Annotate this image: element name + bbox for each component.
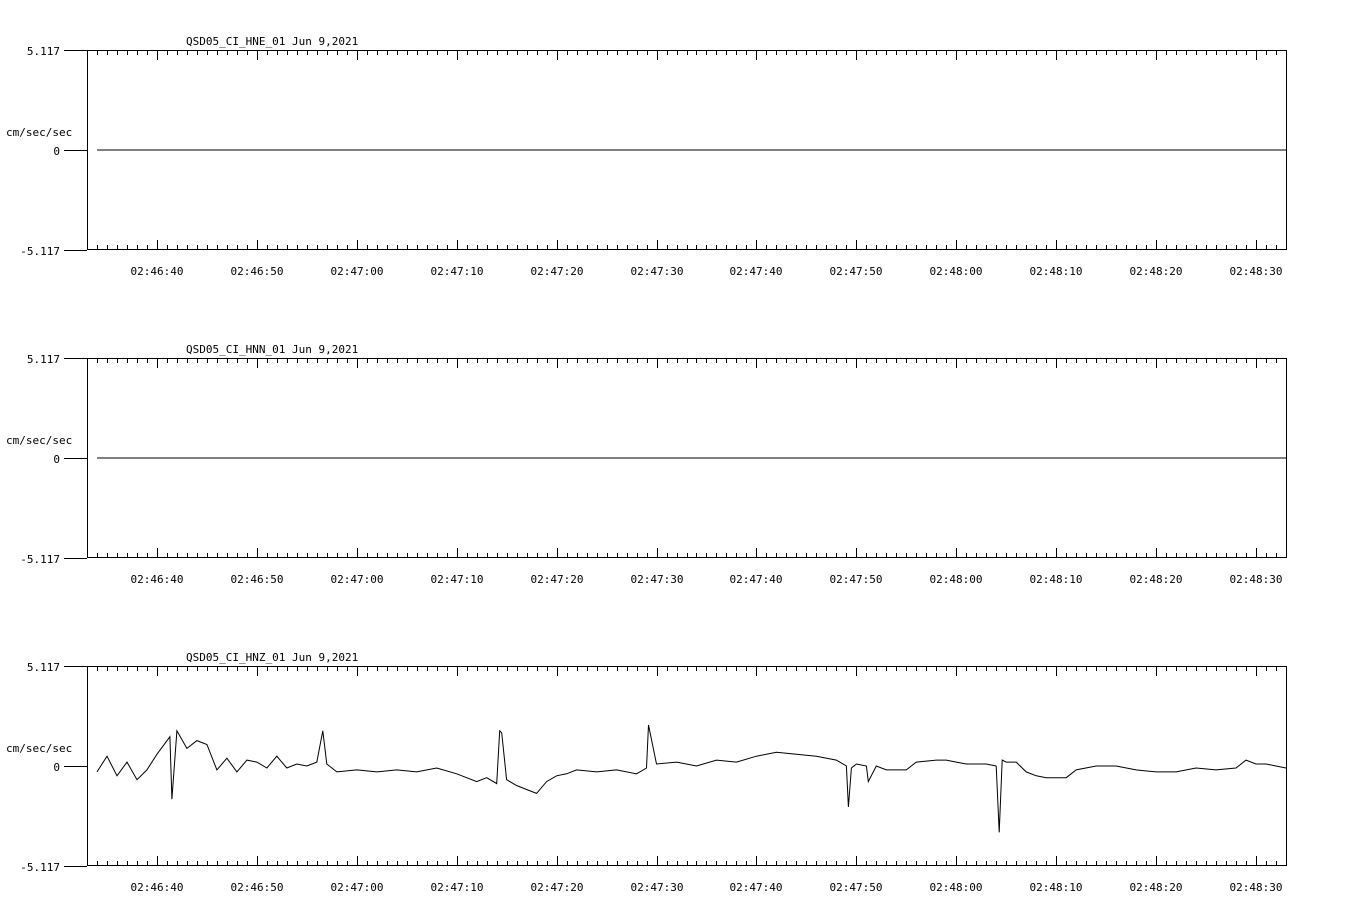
x-tick-label: 02:48:00 <box>930 573 983 586</box>
x-tick-label: 02:47:40 <box>730 573 783 586</box>
y-axis-ticks <box>64 50 87 251</box>
x-tick-label: 02:47:50 <box>830 573 883 586</box>
x-tick-label: 02:47:50 <box>830 881 883 894</box>
seismogram-figure: QSD05_CI_HNE_01 Jun 9,2021 cm/sec/sec 5.… <box>6 35 1287 894</box>
y-tick-label-min: -5.117 <box>20 861 60 874</box>
x-tick-label: 02:46:40 <box>131 265 184 278</box>
x-tick-label: 02:47:00 <box>331 265 384 278</box>
x-tick-label: 02:48:30 <box>1230 881 1283 894</box>
x-tick-labels: 02:46:40 02:46:50 02:47:00 02:47:10 02:47:20… <box>131 573 1283 586</box>
y-axis-label: cm/sec/sec <box>6 126 72 139</box>
x-tick-label: 02:47:30 <box>631 265 684 278</box>
x-tick-label: 02:48:10 <box>1030 265 1083 278</box>
x-tick-label: 02:47:10 <box>431 881 484 894</box>
y-axis-ticks <box>64 666 87 867</box>
x-tick-label: 02:47:30 <box>631 573 684 586</box>
y-tick-label-max: 5.117 <box>27 45 60 58</box>
x-tick-label: 02:47:40 <box>730 881 783 894</box>
x-tick-label: 02:46:50 <box>231 881 284 894</box>
y-axis-label: cm/sec/sec <box>6 742 72 755</box>
x-tick-label: 02:48:20 <box>1130 881 1183 894</box>
x-tick-label: 02:46:50 <box>231 265 284 278</box>
panel-title: QSD05_CI_HNN_01 Jun 9,2021 <box>186 343 358 356</box>
y-tick-label-zero: 0 <box>53 145 60 158</box>
x-tick-label: 02:48:30 <box>1230 573 1283 586</box>
panel-hnz: QSD05_CI_HNZ_01 Jun 9,2021 cm/sec/sec 5.… <box>6 651 1287 894</box>
x-tick-label: 02:47:20 <box>531 881 584 894</box>
x-tick-labels: 02:46:40 02:46:50 02:47:00 02:47:10 02:47:20… <box>131 265 1283 278</box>
x-tick-label: 02:47:00 <box>331 881 384 894</box>
x-tick-labels: 02:46:40 02:46:50 02:47:00 02:47:10 02:47:20… <box>131 881 1283 894</box>
panel-title: QSD05_CI_HNZ_01 Jun 9,2021 <box>186 651 358 664</box>
panel-hnn: QSD05_CI_HNN_01 Jun 9,2021 cm/sec/sec 5.… <box>6 343 1287 586</box>
x-tick-label: 02:46:50 <box>231 573 284 586</box>
x-tick-label: 02:47:20 <box>531 573 584 586</box>
x-tick-label: 02:47:10 <box>431 573 484 586</box>
x-tick-label: 02:46:40 <box>131 881 184 894</box>
x-tick-label: 02:47:50 <box>830 265 883 278</box>
x-tick-label: 02:47:00 <box>331 573 384 586</box>
x-tick-label: 02:48:30 <box>1230 265 1283 278</box>
x-tick-label: 02:47:30 <box>631 881 684 894</box>
panel-hne: QSD05_CI_HNE_01 Jun 9,2021 cm/sec/sec 5.… <box>6 35 1287 278</box>
y-tick-label-max: 5.117 <box>27 661 60 674</box>
y-tick-label-max: 5.117 <box>27 353 60 366</box>
x-tick-label: 02:48:10 <box>1030 573 1083 586</box>
y-tick-label-zero: 0 <box>53 453 60 466</box>
x-tick-label: 02:48:20 <box>1130 265 1183 278</box>
waveform-trace <box>96 724 1287 833</box>
x-tick-label: 02:46:40 <box>131 573 184 586</box>
x-tick-label: 02:47:20 <box>531 265 584 278</box>
x-tick-label: 02:48:00 <box>930 881 983 894</box>
y-axis-ticks <box>64 358 87 559</box>
panel-title: QSD05_CI_HNE_01 Jun 9,2021 <box>186 35 358 48</box>
x-tick-label: 02:48:00 <box>930 265 983 278</box>
x-tick-label: 02:48:20 <box>1130 573 1183 586</box>
y-axis-label: cm/sec/sec <box>6 434 72 447</box>
y-tick-label-min: -5.117 <box>20 245 60 258</box>
x-tick-label: 02:47:10 <box>431 265 484 278</box>
x-tick-label: 02:48:10 <box>1030 881 1083 894</box>
y-tick-label-min: -5.117 <box>20 553 60 566</box>
x-tick-label: 02:47:40 <box>730 265 783 278</box>
y-tick-label-zero: 0 <box>53 761 60 774</box>
